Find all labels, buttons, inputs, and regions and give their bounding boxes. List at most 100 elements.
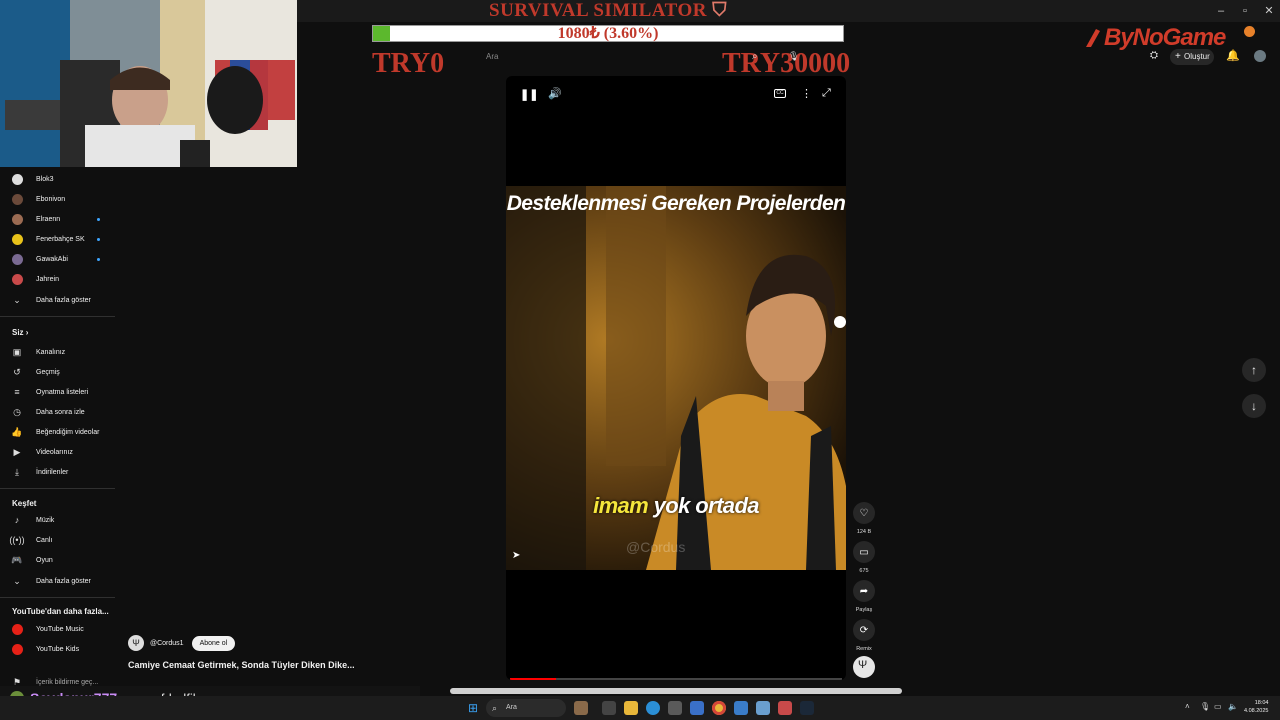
webcam-overlay xyxy=(0,0,297,167)
sidebar-more-item[interactable]: YouTube Kids xyxy=(8,639,108,659)
sidebar-more-item[interactable]: YouTube Music xyxy=(8,619,108,639)
horizontal-scrollbar[interactable] xyxy=(450,688,902,694)
share-icon[interactable]: ➦ xyxy=(853,580,875,602)
video-watermark: @Cordus xyxy=(626,539,686,555)
sidebar-subscription-item[interactable]: GawakAbi xyxy=(8,249,108,269)
live-icon: ((•)) xyxy=(9,535,25,545)
video-progress-fill xyxy=(510,678,557,680)
chevron-down-icon: ⌄ xyxy=(13,294,21,305)
volume-icon[interactable]: 🔊 xyxy=(548,87,562,100)
sidebar-you-item[interactable]: ↺ Geçmiş xyxy=(8,362,108,382)
sidebar-explore-item[interactable]: 🎮 Oyun xyxy=(8,550,108,570)
arrow-down-icon: ↓ xyxy=(1251,399,1257,413)
search-icon[interactable]: ⌕ xyxy=(752,51,758,62)
more-options-icon[interactable]: ⋮ xyxy=(801,87,812,100)
sidebar-divider xyxy=(0,597,115,598)
video-caption-bottom: imam yok ortada xyxy=(593,493,759,518)
taskbar-clock[interactable]: 18:04 4.08.2025 xyxy=(1244,699,1268,715)
sidebar-you-item[interactable]: ▶ Videolarınız xyxy=(8,442,108,462)
sidebar-you-item[interactable]: 👍 Beğendiğim videolar xyxy=(8,422,108,442)
network-app-icon[interactable] xyxy=(756,701,770,715)
tray-chevron-icon[interactable]: ˄ xyxy=(1185,702,1190,711)
video-progress-bar[interactable] xyxy=(510,678,842,680)
remix-action[interactable]: ⟳ Remix xyxy=(852,619,876,652)
network-tray-icon[interactable]: ▭ xyxy=(1214,702,1222,711)
create-button[interactable]: + Oluştur xyxy=(1170,49,1214,65)
sidebar-you-item[interactable]: ◷ Daha sonra izle xyxy=(8,402,108,422)
clock-icon: ◷ xyxy=(13,406,21,417)
cast-icon[interactable]: ⛭ xyxy=(1150,50,1158,61)
profile-badge-icon[interactable] xyxy=(1244,26,1255,37)
search-input[interactable]: Ara xyxy=(478,48,794,66)
sidebar-subscription-item[interactable]: Ebonivon xyxy=(8,189,108,209)
sidebar-subscription-item[interactable]: Fenerbahçe SK xyxy=(8,229,108,249)
close-icon[interactable]: ✕ xyxy=(1258,3,1280,19)
taskbar-search[interactable]: ⌕ Ara xyxy=(486,699,566,717)
channel-avatar xyxy=(8,252,26,266)
notifications-icon[interactable]: 🔔 xyxy=(1226,49,1240,62)
previous-short-button[interactable]: ↑ xyxy=(1242,358,1266,382)
plus-icon: + xyxy=(1175,51,1181,62)
streaming-app-icon[interactable] xyxy=(778,701,792,715)
video-title[interactable]: Camiye Cemaat Getirmek, Sonda Tüyler Dik… xyxy=(128,660,355,670)
show-more-explore[interactable]: ⌄ Daha fazla göster xyxy=(8,571,108,591)
sidebar-item-label: Müzik xyxy=(36,516,55,524)
task-view-icon[interactable] xyxy=(602,701,616,715)
shorts-player[interactable]: Desteklenmesi Gereken Projelerden imam y… xyxy=(506,76,846,680)
sidebar-divider xyxy=(0,316,115,317)
sidebar-you-item[interactable]: ▣ Kanalınız xyxy=(8,342,108,362)
pause-icon[interactable]: ❚❚ xyxy=(520,88,538,101)
sidebar-you-heading[interactable]: Siz › xyxy=(12,328,28,337)
channel-avatar[interactable]: Ψ xyxy=(128,635,144,651)
avatar[interactable] xyxy=(1254,50,1266,62)
chrome-icon[interactable] xyxy=(712,701,726,715)
mail-icon[interactable] xyxy=(690,701,704,715)
edge-icon[interactable] xyxy=(646,701,660,715)
minimize-icon[interactable]: – xyxy=(1210,3,1232,19)
fullscreen-icon[interactable]: ⤢ xyxy=(822,87,831,100)
share-action[interactable]: ➦ Paylaş xyxy=(852,580,876,613)
microphone-tray-icon[interactable]: 🎙 xyxy=(1200,702,1210,711)
sidebar-you-item[interactable]: ≡ Oynatma listeleri xyxy=(8,382,108,402)
pitchfork-icon: Ψ xyxy=(858,659,868,671)
sidebar-item-label: Geçmiş xyxy=(36,368,60,376)
sidebar-explore-item[interactable]: ♪ Müzik xyxy=(8,510,108,530)
windows-start-icon[interactable]: ⊞ xyxy=(468,701,478,715)
sidebar-subscription-item[interactable]: Blok3 xyxy=(8,169,108,189)
sidebar-item-label: YouTube Kids xyxy=(36,645,80,653)
gaming-icon: 🎮 xyxy=(11,554,23,565)
comments-action[interactable]: ▭ 675 xyxy=(852,541,876,574)
captions-icon[interactable]: CC xyxy=(774,89,786,98)
sidebar-you-item[interactable]: ⤓ İndirilenler xyxy=(8,462,108,482)
thumbs-up-icon: 👍 xyxy=(11,426,23,437)
donation-goal-bar: 1080₺ (3.60%) xyxy=(372,25,844,42)
comment-icon[interactable]: ▭ xyxy=(853,541,875,563)
sidebar-item-label: Videolarınız xyxy=(36,448,73,456)
next-short-button[interactable]: ↓ xyxy=(1242,394,1266,418)
channel-avatar xyxy=(8,212,26,226)
volume-tray-icon[interactable]: 🔈 xyxy=(1228,702,1238,711)
youtube-kids-icon xyxy=(8,642,26,656)
channel-handle[interactable]: @Cordus1 xyxy=(150,640,184,647)
sidebar-subscription-item[interactable]: Elraenn xyxy=(8,209,108,229)
file-explorer-icon[interactable] xyxy=(624,701,638,715)
maximize-icon[interactable]: ▫ xyxy=(1234,3,1256,19)
sidebar-explore-item[interactable]: ((•)) Canlı xyxy=(8,530,108,550)
subscribe-button[interactable]: Abone ol xyxy=(191,635,236,651)
like-action[interactable]: ♡ 124 B xyxy=(852,502,876,535)
remix-icon[interactable]: ⟳ xyxy=(853,619,875,641)
sidebar-subscription-item[interactable]: Jahrein xyxy=(8,269,108,289)
heart-icon[interactable]: ♡ xyxy=(853,502,875,524)
sidebar-item-label: YouTube Music xyxy=(36,625,84,633)
widgets-icon[interactable] xyxy=(574,701,588,715)
app-icon[interactable] xyxy=(734,701,748,715)
comments-label: 675 xyxy=(859,568,869,574)
sidebar-item-label: Jahrein xyxy=(36,275,59,283)
store-icon[interactable] xyxy=(668,701,682,715)
microphone-icon[interactable]: 🎙 xyxy=(788,51,799,62)
steam-icon[interactable] xyxy=(800,701,814,715)
show-more-subscriptions[interactable]: ⌄ Daha fazla göster xyxy=(8,290,108,310)
download-icon: ⤓ xyxy=(15,466,19,477)
channel-avatar-small[interactable]: Ψ xyxy=(853,656,875,678)
channel-row: Ψ @Cordus1 Abone ol xyxy=(128,635,236,651)
